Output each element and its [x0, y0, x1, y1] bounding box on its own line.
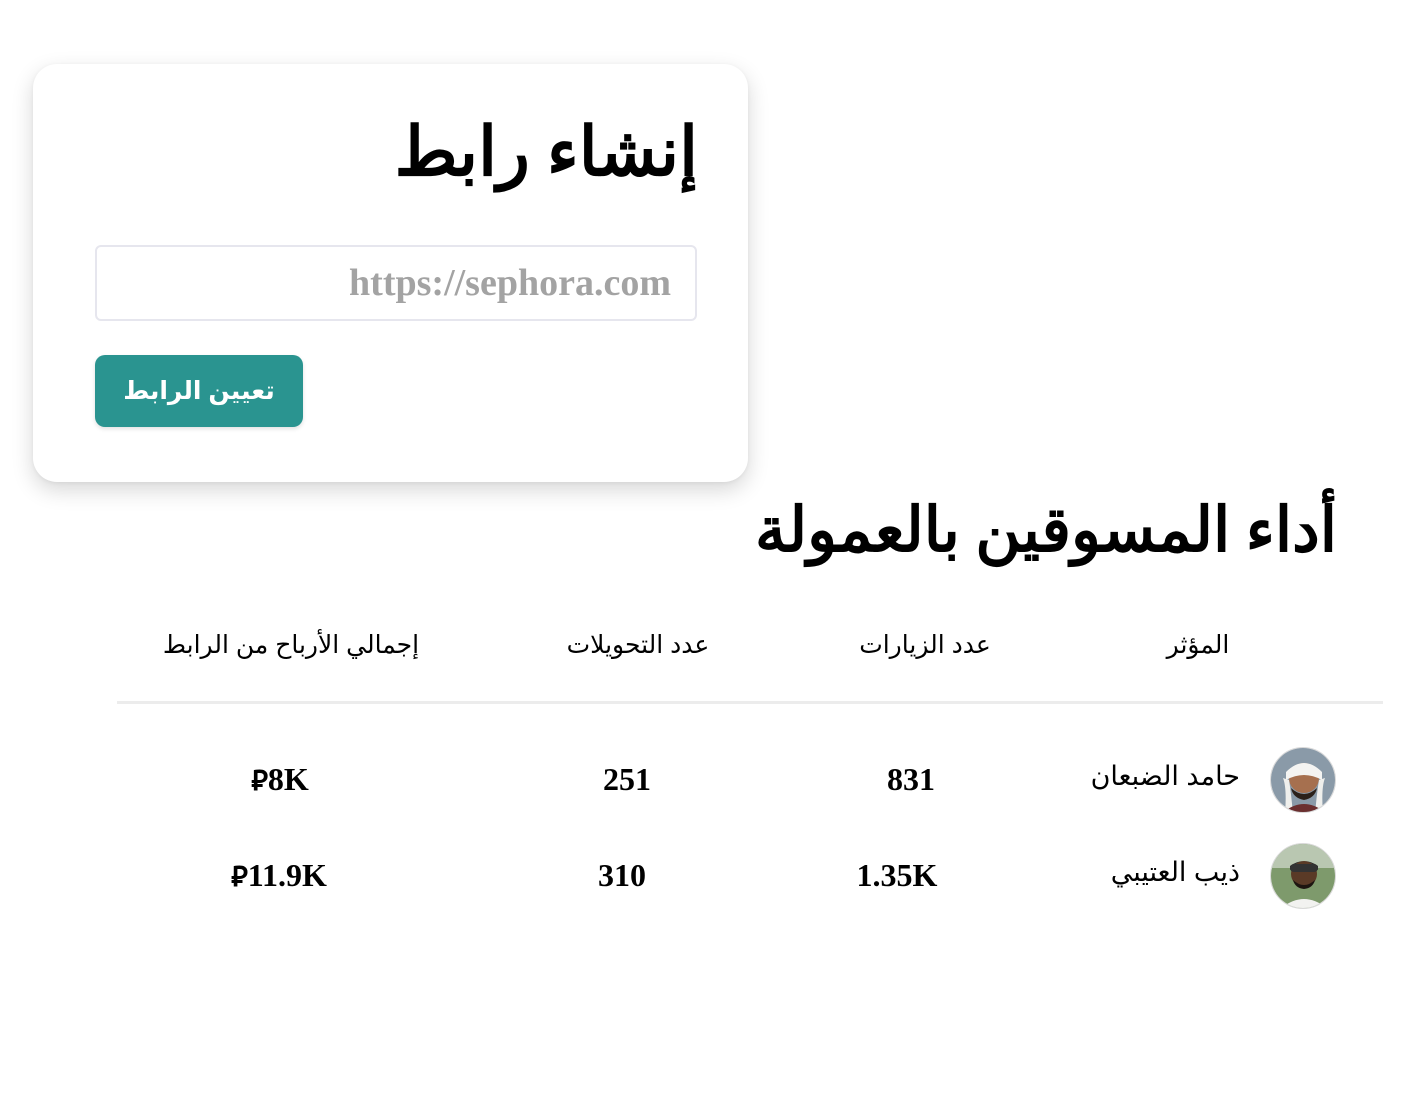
- conversions-value: 310: [598, 857, 646, 893]
- riyal-currency-icon: ⃁: [251, 764, 268, 797]
- earnings-value: ⃁11.9K: [231, 857, 327, 893]
- influencer-name: حامد الضبعان: [1090, 761, 1240, 791]
- conversions-value: 251: [603, 761, 651, 797]
- earnings-value: ⃁8K: [251, 761, 309, 797]
- assign-link-button[interactable]: تعيين الرابط: [95, 355, 303, 427]
- url-input[interactable]: [95, 245, 697, 321]
- visits-value: 831: [887, 761, 935, 797]
- riyal-currency-icon: ⃁: [231, 860, 248, 893]
- table-header-divider: [117, 701, 1383, 704]
- influencer-avatar: [1270, 747, 1336, 813]
- column-header-influencer: المؤثر: [1166, 631, 1230, 659]
- table-row: حامد الضبعان 831 251 ⃁8K: [0, 747, 1419, 817]
- influencer-avatar: [1270, 843, 1336, 909]
- column-header-earnings: إجمالي الأرباح من الرابط: [162, 631, 420, 659]
- visits-value: 1.35K: [856, 857, 938, 893]
- influencer-name: ذيب العتيبي: [1110, 857, 1240, 887]
- affiliate-performance-title: أداء المسوقين بالعمولة: [754, 497, 1337, 565]
- column-header-conversions: عدد التحويلات: [566, 631, 710, 659]
- table-row: ذيب العتيبي 1.35K 310 ⃁11.9K: [0, 843, 1419, 913]
- create-link-title: إنشاء رابط: [394, 114, 698, 190]
- column-header-visits: عدد الزيارات: [859, 631, 991, 659]
- create-link-card: إنشاء رابط تعيين الرابط: [33, 64, 748, 482]
